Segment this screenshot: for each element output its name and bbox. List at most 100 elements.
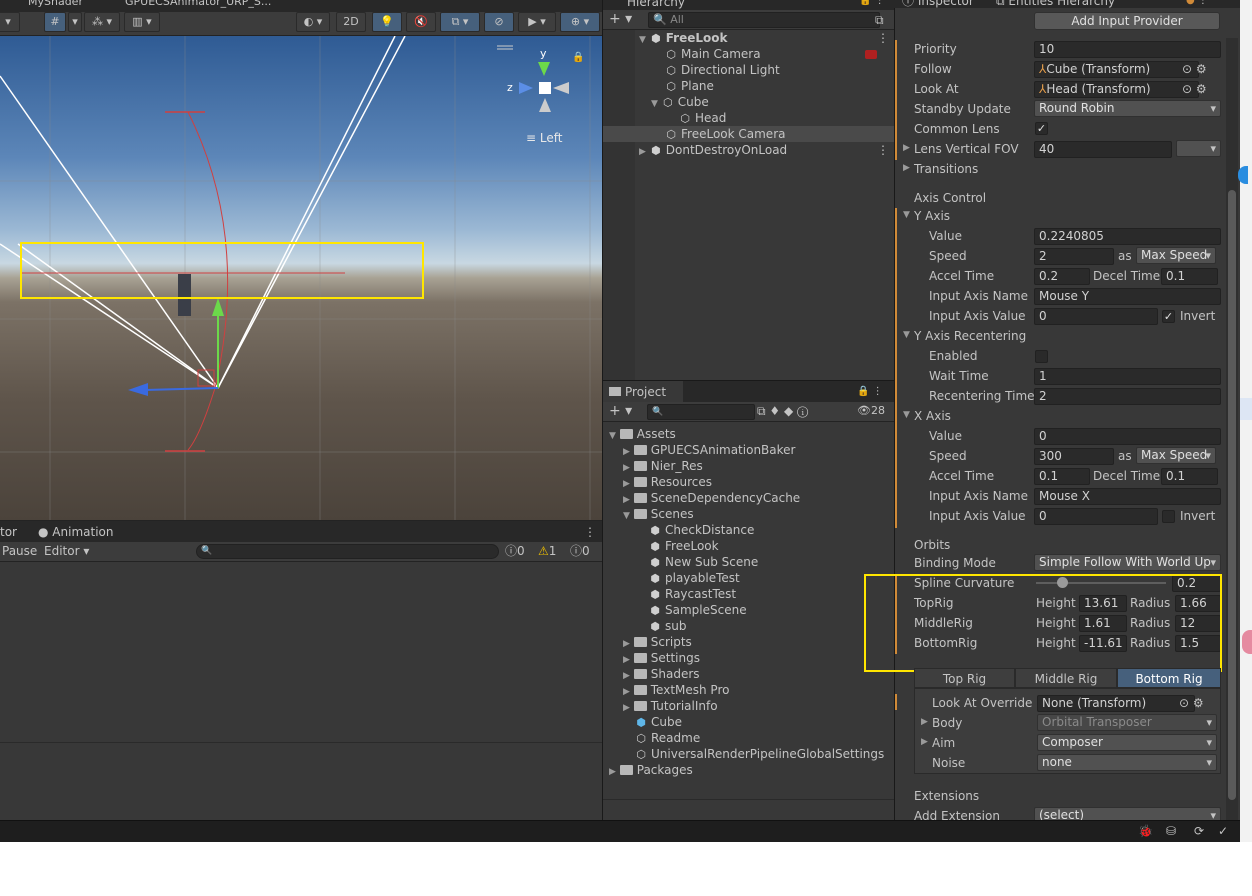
scene-tab-gpuecs[interactable]: GPUECSAnimator_URP_S... — [125, 0, 271, 10]
dontdestroy-more-icon[interactable]: ⋮ — [877, 142, 889, 158]
editor-dropdown[interactable]: Editor ▾ — [44, 543, 89, 559]
project-title[interactable]: Project — [609, 384, 666, 400]
tab-middle-rig[interactable]: Middle Rig — [1015, 668, 1117, 688]
console-error-count[interactable]: ⓘ0 — [570, 543, 590, 559]
y-axis-label[interactable]: Y Axis — [914, 208, 950, 224]
y-invert-checkbox[interactable]: ✓ — [1162, 310, 1175, 323]
lookat-field[interactable]: ⅄Head (Transform) — [1034, 81, 1199, 98]
binding-mode-dropdown[interactable]: Simple Follow With World Up — [1034, 554, 1221, 571]
transitions-foldout-icon[interactable]: ▶ — [903, 163, 910, 173]
ruler-icon[interactable]: ▥ ▾ — [124, 12, 160, 32]
x-input-name-field[interactable]: Mouse X — [1034, 488, 1221, 505]
tree-item-plane[interactable]: ⬡ Plane — [665, 78, 714, 95]
lookat-picker-icon[interactable]: ⊙ ⚙ — [1182, 81, 1207, 97]
y-decel-field[interactable]: 0.1 — [1161, 268, 1218, 285]
audio-toggle-icon[interactable]: 🔇 — [406, 12, 436, 32]
y-input-value-field[interactable]: 0 — [1034, 308, 1158, 325]
tree-item-main-camera[interactable]: ⬡ Main Camera — [665, 46, 760, 63]
x-input-value-field[interactable]: 0 — [1034, 508, 1158, 525]
console-search-input[interactable]: 🔍 — [196, 544, 499, 559]
x-decel-field[interactable]: 0.1 — [1161, 468, 1218, 485]
tab-entities-hierarchy[interactable]: ⧉ Entities Hierarchy — [996, 0, 1115, 9]
scene-raycasttest[interactable]: ⬢ RaycastTest — [649, 586, 736, 603]
console-info-count[interactable]: ⓘ0 — [505, 543, 525, 559]
body-foldout-icon[interactable]: ▶ — [921, 717, 928, 727]
hierarchy-title[interactable]: Hierarchy — [627, 0, 685, 10]
shading-mode-icon[interactable]: ◐ ▾ — [296, 12, 330, 32]
add-input-provider-button[interactable]: Add Input Provider — [1034, 12, 1220, 30]
project-add-button[interactable]: + ▾ — [609, 403, 632, 419]
increment-snap-icon[interactable]: ⁂ ▾ — [84, 12, 120, 32]
file-urp-settings[interactable]: ⬡ UniversalRenderPipelineGlobalSettings — [635, 746, 884, 763]
scene-tab-myshader[interactable]: MyShader — [28, 0, 83, 10]
y-speed-field[interactable]: 2 — [1034, 248, 1114, 265]
tree-item-freelook-camera[interactable]: ⬡ FreeLook Camera — [665, 126, 785, 143]
x-axis-foldout-icon[interactable]: ▼ — [903, 410, 910, 420]
y-speed-mode-dropdown[interactable]: Max Speed — [1136, 247, 1216, 264]
tab-bottom-rig[interactable]: Bottom Rig — [1117, 668, 1221, 688]
y-axis-foldout-icon[interactable]: ▼ — [903, 210, 910, 220]
inspector-scrollbar-thumb[interactable] — [1228, 190, 1236, 800]
grid-dropdown-icon[interactable]: ▾ — [68, 12, 82, 32]
mode-2d-button[interactable]: 2D — [336, 12, 366, 32]
lens-fov-field[interactable]: 40 — [1034, 141, 1172, 158]
standby-dropdown[interactable]: Round Robin — [1034, 100, 1221, 117]
scene-new-sub-scene[interactable]: ⬢ New Sub Scene — [649, 554, 758, 571]
project-hidden-count[interactable]: 👁28 — [857, 403, 885, 419]
x-value-field[interactable]: 0 — [1034, 428, 1221, 445]
follow-field[interactable]: ⅄Cube (Transform) — [1034, 61, 1199, 78]
scene-checkdistance[interactable]: ⬢ CheckDistance — [649, 522, 754, 539]
project-search-input[interactable]: 🔍 — [647, 404, 755, 420]
file-cube[interactable]: ⬢ Cube — [635, 714, 682, 731]
status-ok-icon[interactable]: ✓ — [1218, 823, 1228, 839]
hierarchy-add-button[interactable]: + ▾ — [609, 11, 632, 27]
effects-toggle-icon[interactable]: ⧉ ▾ — [440, 12, 480, 32]
scene-viewport[interactable]: y z 🔒 ≡ Left — [0, 36, 602, 520]
y-recentering-label[interactable]: Y Axis Recentering — [914, 328, 1026, 344]
hierarchy-search-input[interactable]: 🔍 All — [648, 12, 880, 28]
scene-samplescene[interactable]: ⬢ SampleScene — [649, 602, 746, 619]
lock-icon[interactable]: 🔒 — [572, 50, 584, 66]
tab-inspector[interactable]: ⓘ Inspector — [902, 0, 974, 9]
hierarchy-filter-icon[interactable]: ⧉ — [875, 12, 884, 28]
visibility-toggle-icon[interactable]: ⊘ — [484, 12, 514, 32]
transitions-label[interactable]: Transitions — [914, 161, 978, 177]
tree-item-head[interactable]: ⬡ Head — [679, 110, 726, 127]
priority-field[interactable]: 10 — [1034, 41, 1221, 58]
scene-freelook[interactable]: ⬢ FreeLook — [649, 538, 718, 555]
lookat-override-picker-icon[interactable]: ⊙ ⚙ — [1179, 695, 1204, 711]
recentering-enabled-checkbox[interactable] — [1035, 350, 1048, 363]
x-axis-label[interactable]: X Axis — [914, 408, 951, 424]
noise-dropdown[interactable]: none — [1037, 754, 1217, 771]
x-accel-field[interactable]: 0.1 — [1034, 468, 1090, 485]
x-invert-checkbox[interactable] — [1162, 510, 1175, 523]
y-input-name-field[interactable]: Mouse Y — [1034, 288, 1221, 305]
debug-bug-icon[interactable]: 🐞 — [1138, 823, 1153, 839]
y-recentering-foldout-icon[interactable]: ▼ — [903, 330, 910, 340]
scene-dropdown-left[interactable]: ▾ — [0, 12, 20, 32]
inspector-window-controls[interactable]: ● ⋮ — [1186, 0, 1208, 9]
body-label[interactable]: Body — [932, 715, 962, 731]
lens-fov-foldout-icon[interactable]: ▶ — [903, 143, 910, 153]
pause-button[interactable]: Pause — [2, 543, 37, 559]
aim-label[interactable]: Aim — [932, 735, 955, 751]
orientation-gizmo[interactable]: y z — [505, 47, 580, 128]
lens-fov-label[interactable]: Lens Vertical FOV — [914, 141, 1019, 157]
lens-preset-dropdown[interactable] — [1176, 140, 1221, 157]
file-readme[interactable]: ⬡ Readme — [635, 730, 700, 747]
progress-icon[interactable]: ⟳ — [1194, 823, 1204, 839]
recentering-time-field[interactable]: 2 — [1034, 388, 1221, 405]
project-lock-icon[interactable]: 🔒 ⋮ — [857, 384, 883, 400]
project-search-options-icon[interactable]: ⧉ ♦ ◆ ⓘ — [757, 403, 808, 419]
scene-sub[interactable]: ⬢ sub — [649, 618, 686, 635]
tab-top-rig[interactable]: Top Rig — [914, 668, 1015, 688]
console-warn-count[interactable]: ⚠1 — [538, 543, 556, 559]
x-speed-mode-dropdown[interactable]: Max Speed — [1136, 447, 1216, 464]
camera-settings-icon[interactable]: ▶ ▾ — [518, 12, 556, 32]
gizmo-view-label[interactable]: ≡ Left — [526, 130, 562, 146]
tree-item-directional-light[interactable]: ⬡ Directional Light — [665, 62, 779, 79]
cache-server-icon[interactable]: ⛁ — [1166, 823, 1176, 839]
hierarchy-lock-icon[interactable]: 🔒 ⋮ — [859, 0, 885, 9]
scene-playabletest[interactable]: ⬢ playableTest — [649, 570, 740, 587]
tree-packages[interactable]: ▶ Packages — [609, 762, 693, 780]
